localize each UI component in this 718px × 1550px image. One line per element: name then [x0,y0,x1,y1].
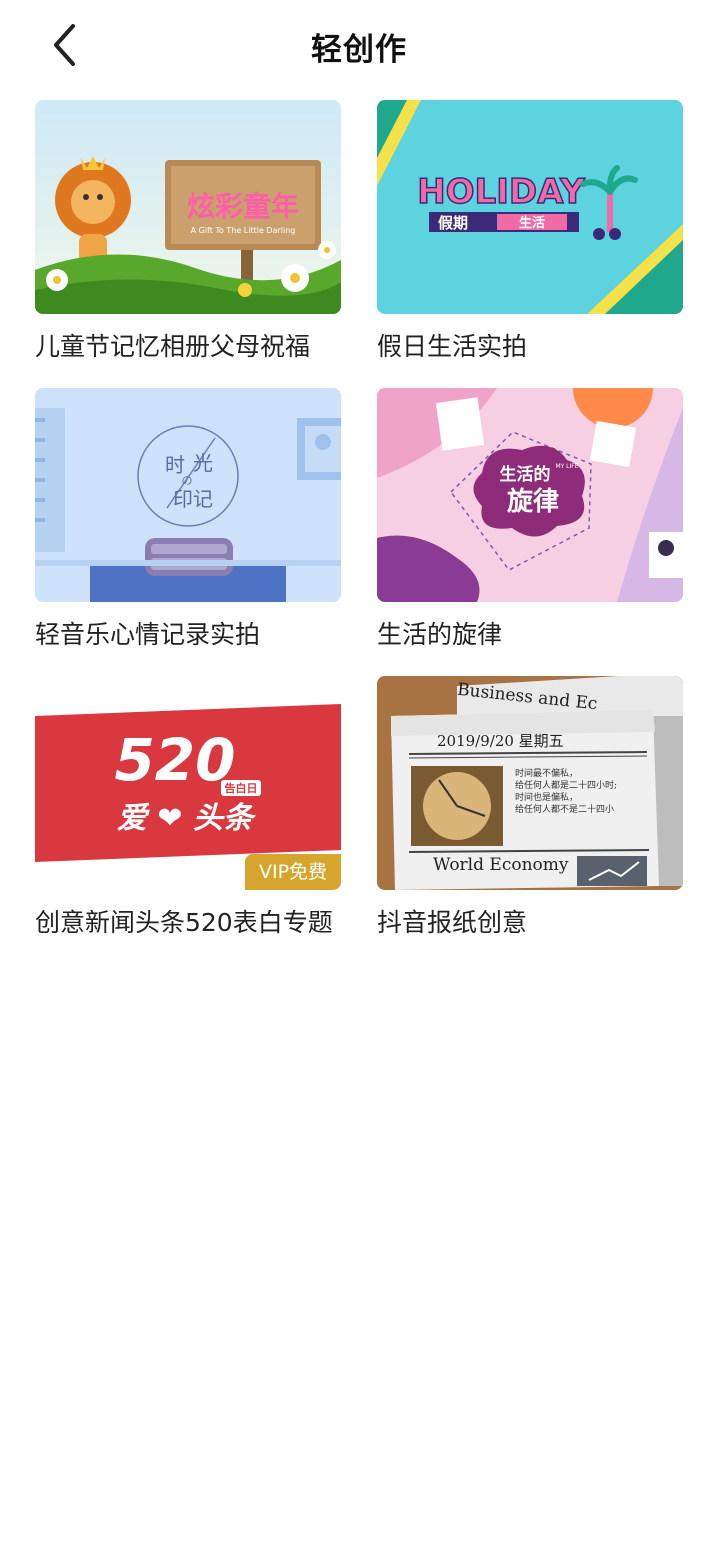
svg-text:假期: 假期 [438,214,468,232]
template-card-light-music[interactable]: 时 光 の 印记 轻音乐心情记录实拍 [35,388,341,656]
svg-text:MY LIFE: MY LIFE [555,463,578,470]
svg-text:告白日: 告白日 [225,781,258,795]
template-thumbnail: 生活的 旋律 MY LIFE [377,388,683,602]
template-thumbnail: 时 光 の 印记 [35,388,341,602]
svg-text:HOLIDAY: HOLIDAY [417,172,585,212]
svg-text:A Gift To The Little Darling: A Gift To The Little Darling [191,226,296,235]
template-title: 抖音报纸创意 [377,908,528,937]
top-bar: 轻创作 [0,0,718,90]
svg-text:时间最不偏私，: 时间最不偏私， [515,767,578,779]
svg-text:2019/9/20 星期五: 2019/9/20 星期五 [437,732,564,750]
svg-text:时间也是偏私，: 时间也是偏私， [515,791,578,803]
template-title: 假日生活实拍 [377,332,528,361]
template-title: 创意新闻头条520表白专题 [35,908,333,937]
template-thumbnail: HOLIDAY 假期 生活 [377,100,683,314]
svg-text:光: 光 [193,451,213,475]
template-title: 儿童节记忆相册父母祝福 [35,332,311,361]
svg-text:の: の [182,474,193,487]
template-card-holiday[interactable]: HOLIDAY 假期 生活 假日生活实拍 [377,100,683,368]
svg-text:520: 520 [114,726,235,794]
template-title: 轻音乐心情记录实拍 [35,620,261,649]
template-card-childrens-day[interactable]: 炫彩童年 A Gift To The Little Darling 儿童节记忆相… [35,100,341,368]
svg-text:生活: 生活 [519,215,545,231]
template-grid: 炫彩童年 A Gift To The Little Darling 儿童节记忆相… [35,100,683,944]
template-card-newspaper[interactable]: Business and Ec 2019/9/20 星期五 时间最不偏私， 给任… [377,676,683,944]
vip-free-badge: VIP免费 [245,854,341,890]
template-thumbnail: 520 告白日 爱 ❤ 头条 VIP免费 [35,676,341,890]
template-title: 生活的旋律 [377,620,503,649]
template-card-520-headline[interactable]: 520 告白日 爱 ❤ 头条 VIP免费 创意新闻头条520表白专题 [35,676,341,944]
svg-text:给任何人都是二十四小时;: 给任何人都是二十四小时; [515,779,617,791]
svg-text:印记: 印记 [173,487,213,511]
svg-text:给任何人都不是二十四小: 给任何人都不是二十四小 [515,803,614,815]
svg-text:World Economy: World Economy [433,855,569,875]
page-title: 轻创作 [311,32,407,68]
template-card-life-melody[interactable]: 生活的 旋律 MY LIFE 生活的旋律 [377,388,683,656]
svg-text:旋律: 旋律 [507,487,559,517]
template-thumbnail: Business and Ec 2019/9/20 星期五 时间最不偏私， 给任… [377,676,683,890]
template-thumbnail: 炫彩童年 A Gift To The Little Darling [35,100,341,314]
svg-text:爱 ❤ 头条: 爱 ❤ 头条 [117,801,257,836]
svg-text:炫彩童年: 炫彩童年 [187,190,299,223]
svg-text:生活的: 生活的 [500,464,551,485]
